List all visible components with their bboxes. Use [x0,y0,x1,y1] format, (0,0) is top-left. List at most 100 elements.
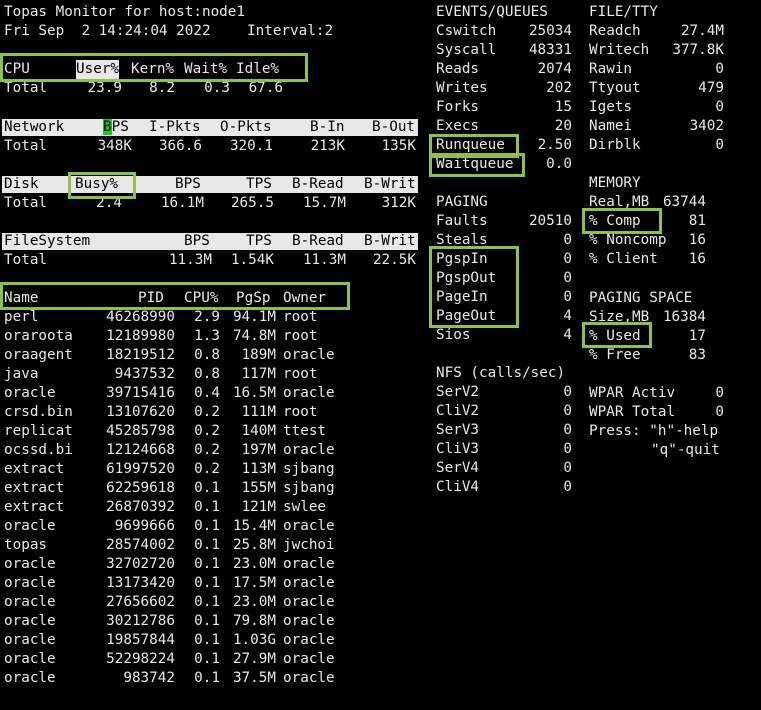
proc-pid: 19857844 [106,632,175,648]
proc-cpu: 0.1 [194,670,220,686]
proc-pgsp: 189M [241,347,276,363]
proc-owner: swlee [283,499,327,515]
proc-cpu: 0.1 [194,556,220,572]
paging-item-label: Sios [436,327,471,343]
network-opkts-value: 320.1 [229,138,273,154]
nfs-item-label: CliV2 [436,403,480,419]
proc-name: extract [4,480,65,496]
paging-item-value: 20510 [528,213,572,229]
proc-pid: 61997520 [106,461,175,477]
proc-pid: 28574002 [106,537,175,553]
proc-pgsp: 15.4M [232,518,276,534]
proc-name: oracle [4,651,56,667]
network-header-bar [2,119,418,136]
filesystem-col-bread[interactable]: B-Read [292,232,344,251]
nfs-item-value: 0 [563,460,572,476]
network-total-label: Total [4,138,48,154]
wpar-total-label: WPAR Total [589,404,676,420]
filetty-item-value: 27.4M [680,23,724,39]
proc-owner: oracle [283,556,335,572]
help-hint: Press: "h"-help [589,423,719,439]
nfs-item-value: 0 [563,441,572,457]
disk-col-bread[interactable]: B-Read [292,175,344,194]
proc-name: replicat [4,423,73,439]
proc-pgsp: 113M [241,461,276,477]
proc-name: extract [4,499,65,515]
events-item-value: 25034 [528,23,572,39]
disk-bwrit-value: 312K [381,195,416,211]
filesystem-col-bps[interactable]: BPS [184,232,210,251]
disk-col-bps[interactable]: BPS [175,175,201,194]
proc-name: oraagent [4,347,73,363]
filesystem-col-bwrit[interactable]: B-Writ [364,232,416,251]
proc-pgsp: 155M [241,480,276,496]
filesystem-col-tps[interactable]: TPS [246,232,272,251]
proc-header-highlight-box [0,282,350,310]
interval: Interval:2 [247,23,334,39]
proc-cpu: 0.8 [194,366,220,382]
network-col-bin[interactable]: B-In [310,118,344,137]
proc-pid: 45285798 [106,423,175,439]
network-bin-value: 213K [310,138,345,154]
nfs-title: NFS (calls/sec) [436,365,566,381]
proc-owner: jwchoi [283,537,335,553]
proc-pid: 983742 [123,670,175,686]
proc-cpu: 0.1 [194,518,220,534]
nfs-item-label: SerV2 [436,384,480,400]
nfs-item-label: CliV4 [436,479,480,495]
disk-header-bar [2,176,418,193]
network-col-opkts[interactable]: O-Pkts [220,118,272,137]
disk-col-tps[interactable]: TPS [246,175,272,194]
proc-owner: oracle [283,575,335,591]
network-col-ipkts[interactable]: I-Pkts [149,118,201,137]
proc-cpu: 0.2 [194,442,220,458]
filesystem-tps-value: 1.54K [230,252,274,268]
quit-hint: "q"-quit [651,442,720,458]
proc-owner: oracle [283,518,335,534]
proc-pid: 18219512 [106,347,175,363]
proc-pid: 26870392 [106,499,175,515]
network-bout-value: 135K [381,138,416,154]
events-item-value: 15 [554,99,572,115]
datetime: Fri Sep 2 14:24:04 2022 [4,23,211,39]
proc-pgsp: 16.5M [232,385,276,401]
proc-cpu: 0.1 [194,537,220,553]
events-item-label: Forks [436,99,480,115]
cpu-highlight-box [0,53,308,82]
proc-owner: root [283,404,318,420]
paging-item-label: Faults [436,213,488,229]
proc-name: oracle [4,594,56,610]
network-col-bout[interactable]: B-Out [372,118,415,137]
filetty-item-value: 0 [715,61,724,77]
events-item-value: 2074 [537,61,572,77]
filetty-item-value: 479 [698,80,724,96]
proc-cpu: 0.8 [194,347,220,363]
proc-pgsp: 23.0M [232,556,276,572]
nfs-item-value: 0 [563,403,572,419]
proc-name: oracle [4,518,56,534]
filetty-item-value: 0 [715,137,724,153]
network-ipkts-value: 366.6 [158,138,202,154]
proc-owner: ttest [283,423,327,439]
wpar-activ-value: 0 [715,385,724,401]
proc-pgsp: 1.03G [232,632,276,648]
proc-owner: root [283,328,318,344]
proc-pid: 12124668 [106,442,175,458]
proc-pgsp: 74.8M [232,328,276,344]
nfs-item-value: 0 [563,422,572,438]
proc-cpu: 0.1 [194,613,220,629]
proc-cpu: 2.9 [194,309,220,325]
disk-total-label: Total [4,195,48,211]
filetty-item-value: 3402 [689,118,724,134]
network-col-bps[interactable]: BPS [103,118,129,137]
filesystem-bwrit-value: 22.5K [372,252,416,268]
proc-pgsp: 25.8M [232,537,276,553]
paging-space-title: PAGING SPACE [589,290,693,306]
proc-cpu: 0.4 [194,385,220,401]
filetty-item-label: Writech [589,42,650,58]
proc-pgsp: 117M [241,366,276,382]
proc-name: extract [4,461,65,477]
window-title: Topas Monitor for host:node1 [4,4,246,20]
proc-pid: 46268990 [106,309,175,325]
disk-col-bwrit[interactable]: B-Writ [364,175,416,194]
